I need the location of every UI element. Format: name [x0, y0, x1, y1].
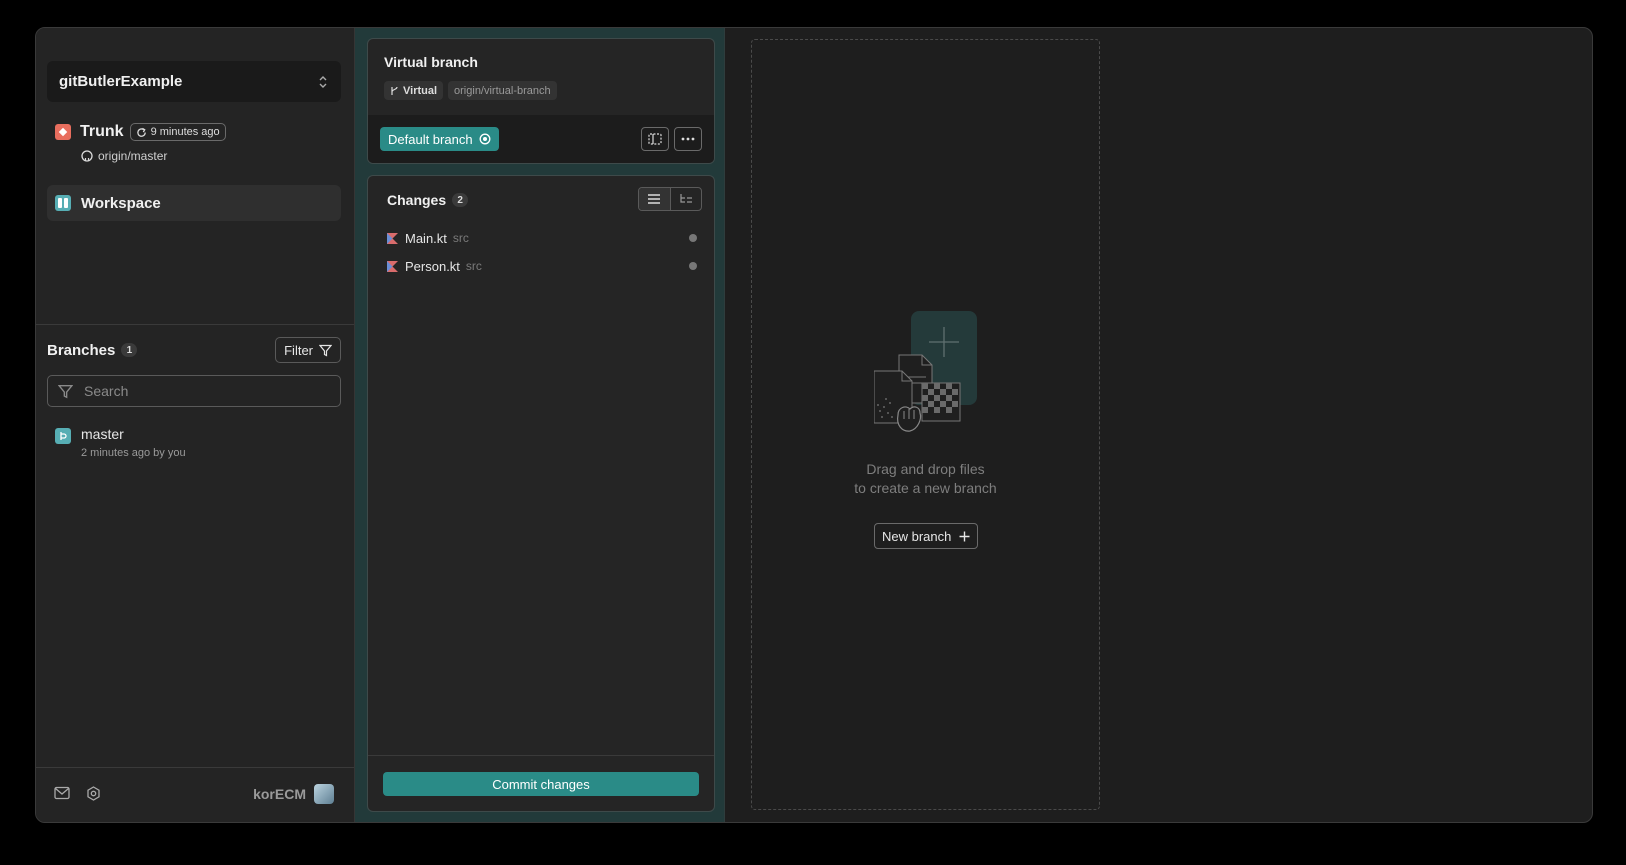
user-profile[interactable]: korECM: [253, 784, 334, 804]
drag-files-illustration: [874, 311, 977, 432]
trunk-updated-text: 9 minutes ago: [150, 126, 220, 138]
branch-lane: Virtual branch Virtual origin/virtual-br…: [355, 28, 724, 822]
kotlin-file-icon: [387, 232, 398, 244]
trunk-item[interactable]: Trunk 9 minutes ago origin/master: [47, 123, 341, 163]
default-branch-label: Default branch: [388, 131, 473, 147]
sidebar-footer: korECM: [36, 768, 354, 822]
collapse-lane-button[interactable]: [641, 127, 669, 151]
branch-meta: 2 minutes ago by you: [81, 447, 186, 459]
branch-search[interactable]: [47, 375, 341, 407]
project-name: gitButlerExample: [59, 73, 183, 90]
settings-icon[interactable]: [86, 786, 101, 801]
new-branch-button[interactable]: New branch: [874, 523, 979, 549]
list-icon: [648, 194, 661, 204]
remote-tag[interactable]: origin/virtual-branch: [448, 81, 557, 100]
sidebar-item-workspace[interactable]: Workspace: [47, 185, 341, 221]
branch-name: master: [81, 426, 124, 442]
dropzone-hint-line2: to create a new branch: [854, 480, 997, 496]
commit-changes-button[interactable]: Commit changes: [383, 772, 699, 796]
trunk-remote-label: origin/master: [98, 149, 168, 163]
app-window: gitButlerExample Trunk 9 minutes ago ori…: [35, 27, 1593, 823]
changes-count-badge: 2: [452, 193, 469, 207]
branch-icon: [391, 86, 398, 95]
branch-icon: [55, 428, 71, 444]
target-icon: [479, 133, 491, 145]
trunk-updated-badge[interactable]: 9 minutes ago: [129, 123, 226, 141]
trunk-icon: [55, 124, 71, 140]
file-row[interactable]: Person.kt src: [387, 256, 697, 276]
tree-view-button[interactable]: [671, 188, 702, 210]
sidebar-divider: [36, 324, 354, 325]
branches-title: Branches: [47, 341, 116, 359]
trunk-remote: origin/master: [81, 149, 341, 163]
filter-button[interactable]: Filter: [275, 337, 341, 363]
refresh-icon: [136, 127, 146, 137]
lane-divider: [724, 28, 725, 822]
branch-actions: Default branch: [368, 115, 714, 163]
ellipsis-icon: [681, 137, 695, 141]
virtual-tag: Virtual: [384, 81, 444, 100]
github-icon: [81, 150, 93, 162]
file-row[interactable]: Main.kt src: [387, 228, 697, 248]
username: korECM: [253, 786, 306, 802]
virtual-tag-label: Virtual: [403, 84, 438, 97]
changes-title: Changes: [387, 192, 447, 208]
file-status-dot: [689, 262, 697, 270]
file-dir: src: [452, 231, 469, 245]
file-status-dot: [689, 234, 697, 242]
commit-area: Commit changes: [368, 755, 714, 812]
mail-icon[interactable]: [54, 786, 70, 800]
search-input[interactable]: [82, 382, 326, 400]
new-branch-label: New branch: [882, 528, 952, 544]
chevron-updown-icon: [319, 75, 327, 88]
list-view-button[interactable]: [639, 188, 671, 210]
branches-header: Branches 1 Filter: [47, 337, 341, 363]
filter-label: Filter: [284, 342, 313, 358]
workspace-icon: [55, 195, 71, 211]
sidebar: gitButlerExample Trunk 9 minutes ago ori…: [36, 28, 355, 822]
project-selector[interactable]: gitButlerExample: [47, 61, 341, 102]
branch-header-card: Virtual branch Virtual origin/virtual-br…: [367, 38, 715, 164]
changes-card: Changes 2 Main.kt src Person.kt src Comm…: [367, 175, 715, 812]
lane-branch-name[interactable]: Virtual branch: [384, 54, 478, 70]
more-options-button[interactable]: [674, 127, 702, 151]
new-branch-dropzone[interactable]: Drag and drop files to create a new bran…: [751, 39, 1100, 810]
plus-icon: [959, 531, 970, 541]
filter-icon: [319, 344, 332, 356]
branch-list-item[interactable]: master 2 minutes ago by you: [47, 426, 341, 459]
workspace-label: Workspace: [81, 194, 161, 212]
dropzone-hint: Drag and drop files to create a new bran…: [752, 460, 1099, 498]
kotlin-file-icon: [387, 260, 398, 272]
file-name: Person.kt: [405, 258, 460, 274]
branches-count-badge: 1: [121, 343, 138, 357]
file-dir: src: [465, 259, 482, 273]
dropzone-hint-line1: Drag and drop files: [866, 461, 985, 477]
default-branch-button[interactable]: Default branch: [380, 127, 499, 151]
filter-icon: [58, 384, 73, 398]
view-mode-toggle: [638, 187, 702, 211]
tree-icon: [680, 194, 692, 203]
trunk-title: Trunk: [80, 123, 124, 140]
sidebar-collapse-icon: [648, 133, 662, 145]
file-name: Main.kt: [405, 230, 447, 246]
avatar: [314, 784, 334, 804]
